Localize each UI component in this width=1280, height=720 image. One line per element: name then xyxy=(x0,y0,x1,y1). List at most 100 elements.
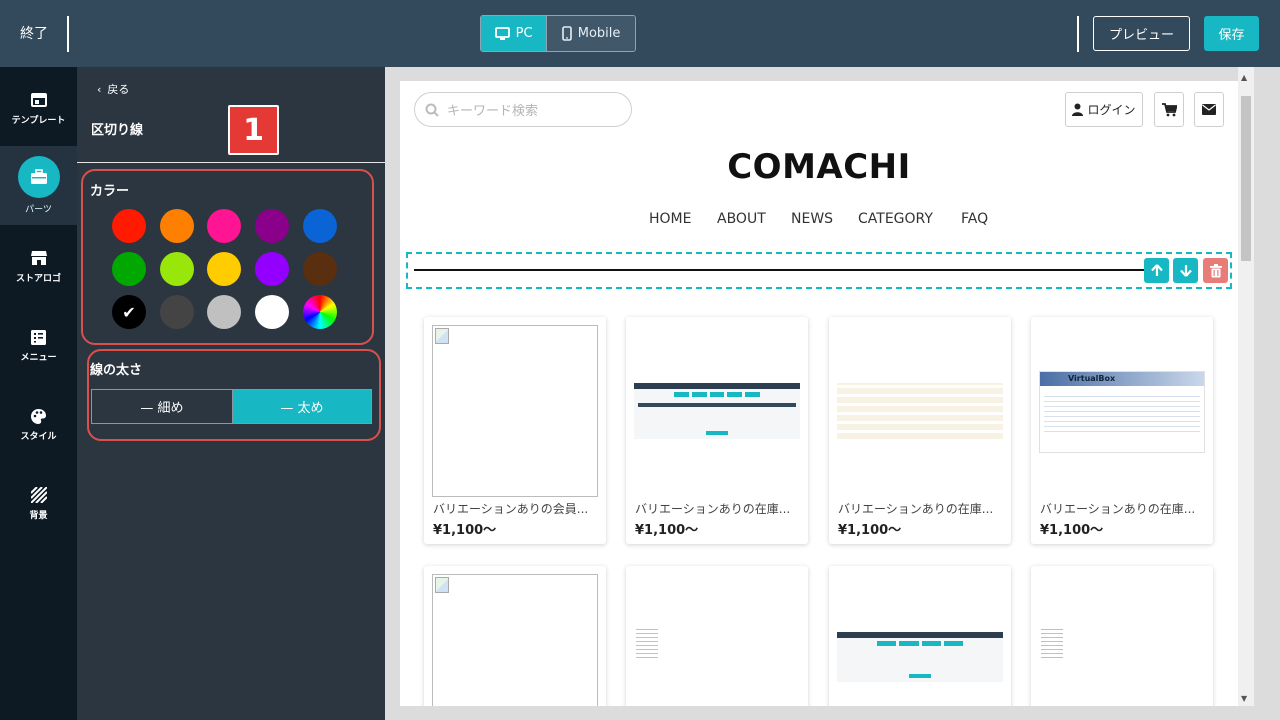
login-label: ログイン xyxy=(1087,103,1136,117)
color-swatch-lime[interactable] xyxy=(160,252,194,286)
device-toggle: PC Mobile xyxy=(480,15,636,52)
arrow-up-icon xyxy=(1150,264,1163,276)
product-card[interactable]: バリエーションありの会員... ¥1,100〜 xyxy=(424,317,606,544)
product-thumbnail xyxy=(1041,628,1063,658)
cart-button[interactable] xyxy=(1154,92,1184,127)
product-card[interactable] xyxy=(626,566,808,706)
rail-item-template[interactable]: テンプレート xyxy=(0,87,77,126)
scroll-down-icon[interactable]: ▼ xyxy=(1241,694,1247,703)
background-icon xyxy=(30,487,47,503)
product-thumbnail: VirtualBox xyxy=(1039,371,1205,453)
selected-divider-block[interactable] xyxy=(406,252,1232,289)
product-card[interactable] xyxy=(829,566,1011,706)
product-thumbnail xyxy=(837,632,1003,682)
monitor-icon xyxy=(494,26,510,40)
checkmark-icon: ✔ xyxy=(122,302,136,322)
thickness-thick-button[interactable]: — 太め xyxy=(232,389,372,424)
cart-icon xyxy=(1161,102,1177,116)
product-card[interactable]: VirtualBox バリエーションありの在庫... ¥1,100〜 xyxy=(1031,317,1213,544)
search-icon xyxy=(425,103,439,117)
color-swatch-custom[interactable] xyxy=(303,295,337,329)
save-button[interactable]: 保存 xyxy=(1204,16,1259,51)
palette-icon xyxy=(31,408,46,424)
rail-item-style[interactable]: スタイル xyxy=(0,403,77,442)
thumbnail-caption: VirtualBox xyxy=(1040,372,1204,386)
delete-button[interactable] xyxy=(1203,258,1228,283)
trash-icon xyxy=(1209,263,1222,277)
device-pc-label: PC xyxy=(515,26,533,41)
color-swatch-dark-gray[interactable] xyxy=(160,295,194,329)
scroll-up-icon[interactable]: ▲ xyxy=(1241,73,1247,82)
broken-image-icon xyxy=(432,574,598,706)
device-pc-button[interactable]: PC xyxy=(481,16,547,51)
product-price: ¥1,100〜 xyxy=(1040,523,1104,538)
mail-button[interactable] xyxy=(1194,92,1224,127)
chevron-left-icon: ‹ xyxy=(97,82,102,96)
product-card[interactable]: バリエーションありの在庫... ¥1,100〜 xyxy=(626,317,808,544)
product-title: バリエーションありの在庫... xyxy=(838,502,994,516)
rail-item-background[interactable]: 背景 xyxy=(0,482,77,521)
settings-panel: ‹ 戻る 区切り線 1 カラー ✔ 線の太さ — 細め — 太め 2 xyxy=(77,67,450,720)
store-brand-title: COMACHI xyxy=(727,147,911,187)
preview-button[interactable]: プレビュー xyxy=(1093,16,1190,51)
arrow-down-icon xyxy=(1179,265,1192,277)
menu-icon xyxy=(31,329,46,345)
color-swatch-purple[interactable] xyxy=(255,209,289,243)
rail-item-label: ストアロゴ xyxy=(15,274,61,284)
move-down-button[interactable] xyxy=(1173,258,1198,283)
color-swatch-light-gray[interactable] xyxy=(207,295,241,329)
product-thumbnail xyxy=(837,383,1003,439)
rail-item-parts[interactable]: パーツ xyxy=(0,146,77,225)
annotation-badge-1: 1 xyxy=(228,105,279,155)
nav-link-news[interactable]: NEWS xyxy=(791,211,833,227)
thickness-thin-button[interactable]: — 細め xyxy=(91,389,232,424)
nav-link-category[interactable]: CATEGORY xyxy=(858,211,933,227)
product-thumbnail xyxy=(636,628,658,658)
color-swatch-blue[interactable] xyxy=(303,209,337,243)
broken-image-icon xyxy=(432,325,598,497)
device-mobile-button[interactable]: Mobile xyxy=(546,16,635,51)
back-link[interactable]: ‹ 戻る xyxy=(97,81,129,97)
back-label: 戻る xyxy=(107,83,130,96)
panel-title: 区切り線 xyxy=(91,123,144,138)
product-card[interactable] xyxy=(1031,566,1213,706)
color-swatch-yellow[interactable] xyxy=(207,252,241,286)
toolbox-icon xyxy=(17,156,60,198)
rail-item-menu[interactable]: メニュー xyxy=(0,324,77,363)
store-page-preview: キーワード検索 ログイン COMACHI HOME ABOUT NEWS CAT… xyxy=(400,81,1238,706)
move-up-button[interactable] xyxy=(1144,258,1169,283)
login-button[interactable]: ログイン xyxy=(1065,92,1143,127)
exit-button[interactable]: 終了 xyxy=(20,23,48,43)
nav-link-about[interactable]: ABOUT xyxy=(717,211,766,227)
rail-item-label: スタイル xyxy=(20,432,57,442)
product-card[interactable]: バリエーションありの在庫... ¥1,100〜 xyxy=(829,317,1011,544)
panel-divider xyxy=(77,162,385,163)
scrollbar-thumb[interactable] xyxy=(1241,96,1251,261)
envelope-icon xyxy=(1202,104,1216,115)
color-swatch-green[interactable] xyxy=(112,252,146,286)
product-price: ¥1,100〜 xyxy=(433,523,497,538)
product-price: ¥1,100〜 xyxy=(635,523,699,538)
user-icon xyxy=(1072,103,1084,116)
rail-item-label: メニュー xyxy=(20,353,57,363)
product-price: ¥1,100〜 xyxy=(838,523,902,538)
nav-link-faq[interactable]: FAQ xyxy=(961,211,988,227)
rail-item-label: パーツ xyxy=(25,205,52,215)
topbar-separator xyxy=(1077,16,1079,52)
color-swatch-violet[interactable] xyxy=(255,252,289,286)
template-icon xyxy=(30,93,47,107)
color-swatch-orange[interactable] xyxy=(160,209,194,243)
topbar-separator xyxy=(67,16,69,52)
color-swatch-white[interactable] xyxy=(255,295,289,329)
color-swatch-black[interactable]: ✔ xyxy=(112,295,146,329)
color-swatch-pink[interactable] xyxy=(207,209,241,243)
nav-link-home[interactable]: HOME xyxy=(649,211,691,227)
product-title: バリエーションありの在庫... xyxy=(635,502,791,516)
color-swatch-brown[interactable] xyxy=(303,252,337,286)
color-swatch-red[interactable] xyxy=(112,209,146,243)
rail-item-label: テンプレート xyxy=(11,116,66,126)
product-card[interactable] xyxy=(424,566,606,706)
rail-item-store-logo[interactable]: ストアロゴ xyxy=(0,245,77,284)
search-input[interactable]: キーワード検索 xyxy=(414,92,632,127)
search-placeholder: キーワード検索 xyxy=(447,104,539,119)
